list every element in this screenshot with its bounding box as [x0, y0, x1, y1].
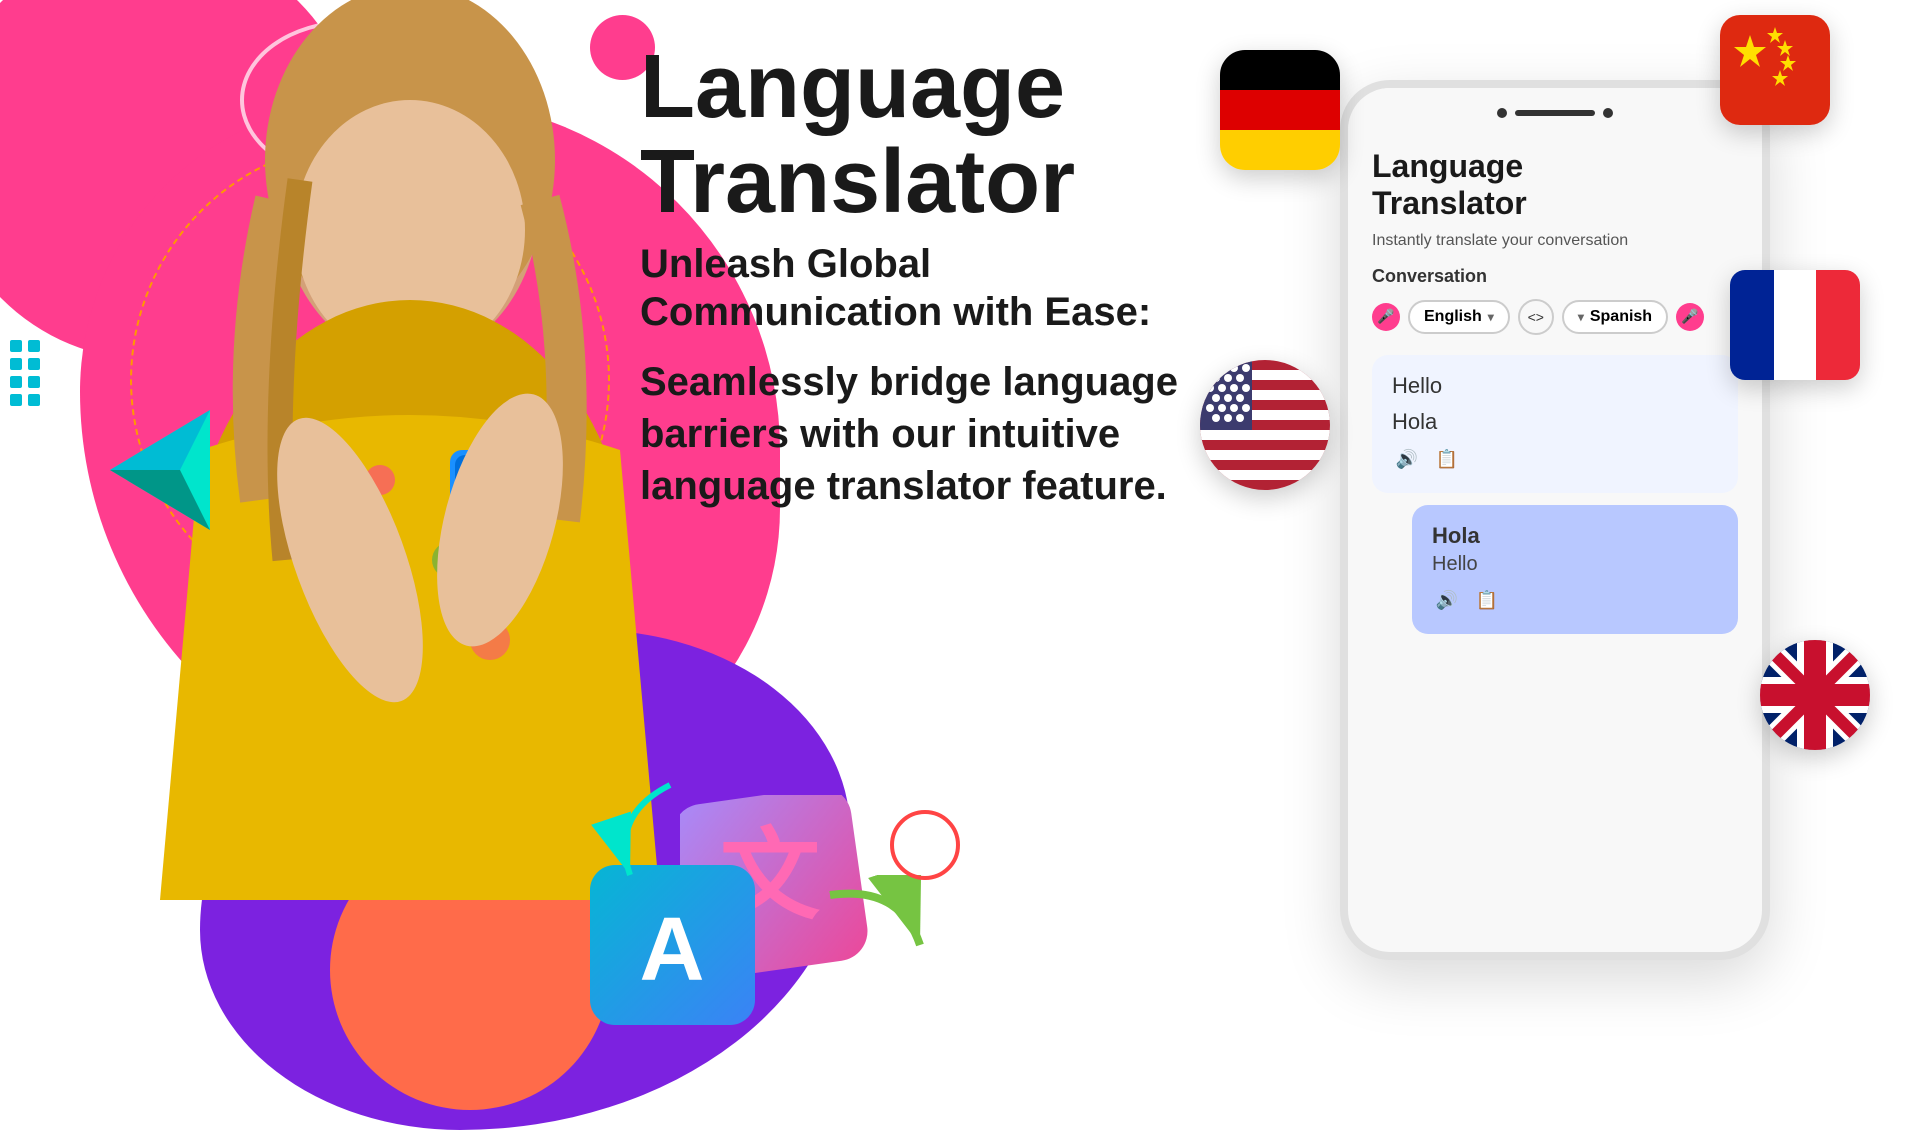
uk-flag — [1760, 640, 1870, 750]
source-language-label: English — [1424, 308, 1482, 326]
phone-mockup: Language Translator Instantly translate … — [1340, 80, 1770, 960]
green-arrow-bottom — [820, 875, 940, 980]
phone-notch — [1348, 88, 1762, 128]
app-title: Language Translator — [640, 40, 1200, 229]
blue-dots-decoration — [10, 340, 50, 460]
speaker-icon-2[interactable]: 🔊 — [1432, 586, 1462, 616]
title-section: Language Translator — [640, 40, 1200, 229]
notch-line — [1515, 110, 1595, 116]
trans-target-text-2: Hola — [1432, 523, 1718, 549]
text-section: Unleash Global Communication with Ease: … — [640, 240, 1200, 512]
cyan-arrows-bottom — [590, 775, 690, 900]
phone-content: Language Translator Instantly translate … — [1348, 128, 1762, 666]
german-flag — [1220, 50, 1340, 170]
target-lang-chevron-left: ▾ — [1578, 310, 1584, 324]
phone-app-title: Language Translator — [1372, 148, 1738, 222]
trans-source-text-2: Hello — [1432, 553, 1718, 576]
usa-flag — [1200, 360, 1330, 490]
trans-source-text-1: Hello — [1392, 373, 1718, 399]
red-circle-decoration — [890, 810, 960, 880]
tagline-body: Seamlessly bridge language barriers with… — [640, 356, 1200, 512]
source-lang-chevron: ▾ — [1488, 310, 1494, 324]
cyan-arrow-decoration — [80, 390, 240, 555]
translation-box-2: Hola Hello 🔊 📋 — [1412, 505, 1738, 634]
phone-subtitle: Instantly translate your conversation — [1372, 232, 1738, 250]
notch-dot-1 — [1497, 108, 1507, 118]
copy-icon-2[interactable]: 📋 — [1472, 586, 1502, 616]
swap-languages-button[interactable]: <> — [1518, 299, 1554, 335]
source-language-button[interactable]: English ▾ — [1408, 300, 1510, 334]
mic-icon-left[interactable]: 🎤 — [1372, 303, 1400, 331]
notch-dot-2 — [1603, 108, 1613, 118]
phone-section-label: Conversation — [1372, 266, 1738, 287]
speaker-icon-1[interactable]: 🔊 — [1392, 445, 1422, 475]
translation-box-1: Hello Hola 🔊 📋 — [1372, 355, 1738, 493]
trans-target-text-1: Hola — [1392, 409, 1718, 435]
tagline-headline: Unleash Global Communication with Ease: — [640, 240, 1200, 336]
copy-icon-1[interactable]: 📋 — [1432, 445, 1462, 475]
svg-text:A: A — [640, 900, 705, 1000]
trans-actions-2: 🔊 📋 — [1432, 586, 1718, 616]
trans-actions-1: 🔊 📋 — [1392, 445, 1718, 475]
mic-icon-right[interactable]: 🎤 — [1676, 303, 1704, 331]
french-flag — [1730, 270, 1860, 380]
language-selector: 🎤 English ▾ <> ▾ Spanish 🎤 — [1372, 299, 1738, 335]
chinese-flag — [1720, 15, 1830, 125]
target-language-button[interactable]: ▾ Spanish — [1562, 300, 1668, 334]
target-language-label: Spanish — [1590, 308, 1652, 326]
